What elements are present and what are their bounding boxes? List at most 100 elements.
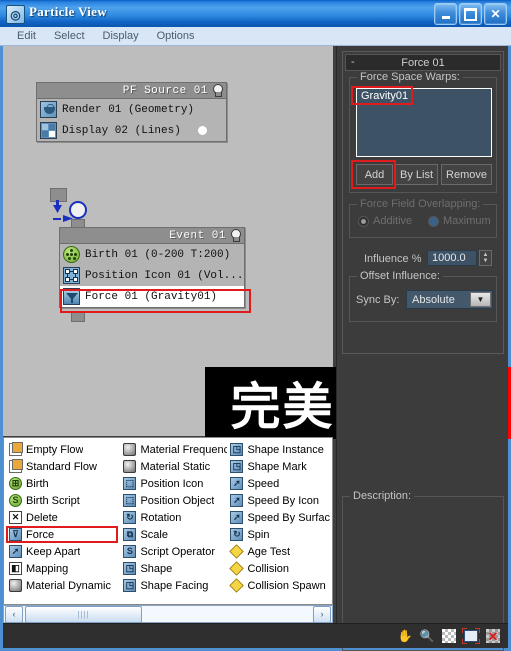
radio-maximum[interactable]: Maximum xyxy=(428,215,491,227)
scroll-thumb[interactable]: |||| xyxy=(25,605,142,623)
depot-item-birth[interactable]: ⊞ Birth xyxy=(6,475,120,492)
menu-options[interactable]: Options xyxy=(148,29,204,43)
node-row-birth[interactable]: Birth 01 (0-200 T:200) xyxy=(60,244,244,265)
radio-label: Maximum xyxy=(443,215,491,227)
speed-by-surface-icon: ➚ xyxy=(230,511,244,524)
depot-item-spin[interactable]: ↻ Spin xyxy=(227,526,330,543)
flow-icon xyxy=(9,442,23,456)
depot-item-rotation[interactable]: ↻ Rotation xyxy=(120,509,227,526)
group-caption: Force Space Warps: xyxy=(357,71,463,83)
depot-item-material-dynamic[interactable]: Material Dynamic xyxy=(6,577,120,594)
menu-display[interactable]: Display xyxy=(94,29,148,43)
space-warps-listbox[interactable]: Gravity01 xyxy=(356,88,492,157)
event-exit-stub[interactable] xyxy=(71,312,85,322)
depot-column-3: ◳ Shape Instance ◳ Shape Mark ➚ Speed ➚ Spee… xyxy=(227,441,330,594)
rollup-title: Force 01 xyxy=(401,56,445,69)
lightbulb-icon[interactable] xyxy=(211,84,223,97)
depot-item-delete[interactable]: ✕ Delete xyxy=(6,509,120,526)
add-button[interactable]: Add xyxy=(356,164,393,185)
depot-column-1: Empty Flow Standard Flow ⊞ Birth S Birth S… xyxy=(6,441,120,594)
by-list-button[interactable]: By List xyxy=(395,164,438,185)
radio-button-icon xyxy=(358,215,369,227)
depot-item-shape[interactable]: ◳ Shape xyxy=(120,560,227,577)
no-zoom-icon[interactable]: ✕ xyxy=(484,627,502,645)
title-bar: ◎ Particle View ✕ xyxy=(0,0,511,28)
depot-item-script-operator[interactable]: S Script Operator xyxy=(120,543,227,560)
node-event-01[interactable]: Event 01 Birth 01 (0-200 T:200) Position… xyxy=(59,227,245,308)
depot-item-position-object[interactable]: ⬚ Position Object xyxy=(120,492,227,509)
depot-item-shape-facing[interactable]: ◳ Shape Facing xyxy=(120,577,227,594)
birth-icon xyxy=(63,246,80,263)
depot-item-keep-apart[interactable]: ➚ Keep Apart xyxy=(6,543,120,560)
depot-item-material-static[interactable]: Material Static xyxy=(120,458,227,475)
minimize-button[interactable] xyxy=(434,3,457,25)
node-header[interactable]: PF Source 01 xyxy=(37,83,226,99)
chevron-down-icon[interactable]: ▼ xyxy=(470,292,491,307)
depot-item-scale[interactable]: ⧉ Scale xyxy=(120,526,227,543)
depot-item-label: Speed By Surfac xyxy=(247,511,330,524)
depot-item-label: Shape Instance xyxy=(247,443,324,456)
depot-item-label: Shape xyxy=(140,562,173,575)
shape-instance-icon: ◳ xyxy=(230,443,244,456)
depot-item-force[interactable]: ⊽ Force xyxy=(6,526,120,543)
depot-item-material-frequency[interactable]: Material Frequency xyxy=(120,441,227,458)
zoom-icon[interactable]: 🔍 xyxy=(418,627,436,645)
scale-icon: ⧉ xyxy=(123,528,137,541)
delete-icon: ✕ xyxy=(9,511,22,524)
depot-item-label: Empty Flow xyxy=(26,443,84,456)
influence-label: Influence % xyxy=(364,253,422,265)
depot-item-shape-mark[interactable]: ◳ Shape Mark xyxy=(227,458,330,475)
rollup-header[interactable]: - Force 01 xyxy=(345,54,501,71)
influence-input[interactable]: 1000.0 xyxy=(427,250,477,266)
node-pf-source-01[interactable]: PF Source 01 Render 01 (Geometry) Displa… xyxy=(36,82,227,142)
influence-spinner[interactable]: ▲ ▼ xyxy=(479,250,492,266)
depot-item-age-test[interactable]: Age Test xyxy=(227,543,330,560)
sync-by-dropdown[interactable]: Absolute ▼ xyxy=(406,290,493,309)
speed-icon: ➚ xyxy=(230,477,244,490)
maximize-button[interactable] xyxy=(459,3,482,25)
window-title: Particle View xyxy=(29,4,107,19)
menu-edit[interactable]: Edit xyxy=(8,29,45,43)
scroll-track[interactable] xyxy=(142,606,312,622)
node-row-force[interactable]: Force 01 (Gravity01) xyxy=(60,286,244,307)
scroll-left-button[interactable]: ‹ xyxy=(5,605,23,623)
node-row-label: Display 02 (Lines) xyxy=(62,124,181,137)
depot-item-label: Material Dynamic xyxy=(26,579,111,592)
node-row-position[interactable]: Position Icon 01 (Vol... xyxy=(60,265,244,286)
zoom-extents-icon[interactable] xyxy=(462,627,480,645)
node-row-label: Position Icon 01 (Vol... xyxy=(85,269,244,282)
depot-panel[interactable]: Empty Flow Standard Flow ⊞ Birth S Birth S… xyxy=(3,437,333,605)
horizontal-scrollbar[interactable]: ‹ |||| › xyxy=(3,605,333,623)
depot-item-speed-by-icon[interactable]: ➚ Speed By Icon xyxy=(227,492,330,509)
event-entry-circle[interactable] xyxy=(69,201,87,219)
depot-item-empty-flow[interactable]: Empty Flow xyxy=(6,441,120,458)
depot-item-birth-script[interactable]: S Birth Script xyxy=(6,492,120,509)
remove-button[interactable]: Remove xyxy=(441,164,492,185)
rollup-minimize-icon[interactable]: - xyxy=(351,56,355,68)
depot-item-speed[interactable]: ➚ Speed xyxy=(227,475,330,492)
node-header[interactable]: Event 01 xyxy=(60,228,244,244)
depot-item-speed-by-surface[interactable]: ➚ Speed By Surfac xyxy=(227,509,330,526)
zoom-region-icon[interactable] xyxy=(440,627,458,645)
listbox-item-gravity01[interactable]: Gravity01 xyxy=(357,89,491,103)
close-button[interactable]: ✕ xyxy=(484,3,507,25)
scroll-right-button[interactable]: › xyxy=(313,605,331,623)
shape-mark-icon: ◳ xyxy=(230,460,244,473)
lightbulb-icon[interactable] xyxy=(229,229,241,242)
depot-item-label: Material Static xyxy=(140,460,211,473)
radio-additive[interactable]: Additive xyxy=(358,215,412,227)
pan-icon[interactable]: ✋ xyxy=(396,627,414,645)
node-row-render[interactable]: Render 01 (Geometry) xyxy=(37,99,226,120)
depot-item-shape-instance[interactable]: ◳ Shape Instance xyxy=(227,441,330,458)
node-row-display[interactable]: Display 02 (Lines) xyxy=(37,120,226,141)
shape-icon: ◳ xyxy=(123,562,137,575)
script-icon: S xyxy=(123,545,137,558)
depot-item-collision-spawn[interactable]: Collision Spawn xyxy=(227,577,330,594)
depot-item-position-icon[interactable]: ⬚ Position Icon xyxy=(120,475,227,492)
depot-item-standard-flow[interactable]: Standard Flow xyxy=(6,458,120,475)
depot-item-label: Keep Apart xyxy=(26,545,81,558)
depot-item-mapping[interactable]: ◧ Mapping xyxy=(6,560,120,577)
depot-item-collision[interactable]: Collision xyxy=(227,560,330,577)
node-title: PF Source 01 xyxy=(122,84,208,97)
menu-select[interactable]: Select xyxy=(45,29,94,43)
